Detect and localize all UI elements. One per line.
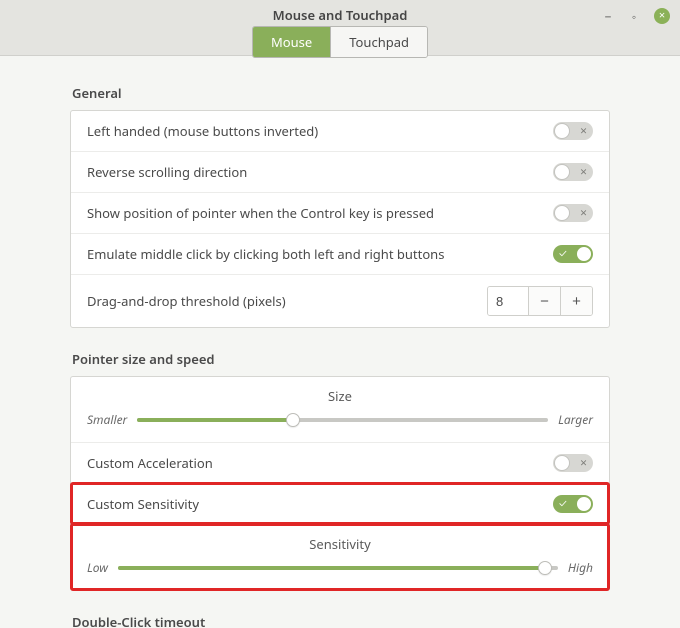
content: General Left handed (mouse buttons inver…: [0, 56, 680, 628]
window-title: Mouse and Touchpad: [0, 0, 680, 24]
label-show-pointer: Show position of pointer when the Contro…: [87, 204, 434, 222]
label-emulate-middle: Emulate middle click by clicking both le…: [87, 245, 444, 263]
row-custom-accel: Custom Acceleration: [71, 442, 609, 483]
toggle-show-pointer[interactable]: [553, 204, 593, 222]
panel-general: Left handed (mouse buttons inverted) Rev…: [70, 110, 610, 328]
titlebar: Mouse and Touchpad − ◦ × Mouse Touchpad: [0, 0, 680, 56]
label-custom-sens: Custom Sensitivity: [87, 495, 199, 513]
toggle-custom-accel[interactable]: [553, 454, 593, 472]
slider-size[interactable]: [137, 412, 548, 428]
row-emulate-middle: Emulate middle click by clicking both le…: [71, 233, 609, 274]
section-title-doubleclick: Double-Click timeout: [72, 613, 610, 628]
panel-pointer: Size Smaller Larger Custom Acceleration …: [70, 376, 610, 591]
label-left-handed: Left handed (mouse buttons inverted): [87, 122, 318, 140]
spin-plus-button[interactable]: +: [560, 287, 592, 315]
toggle-emulate-middle[interactable]: [553, 245, 593, 263]
label-sens-min: Low: [87, 559, 108, 576]
close-button[interactable]: ×: [654, 8, 670, 24]
label-sens-max: High: [568, 559, 593, 576]
label-reverse-scroll: Reverse scrolling direction: [87, 163, 247, 181]
label-sensitivity: Sensitivity: [87, 535, 593, 553]
row-left-handed: Left handed (mouse buttons inverted): [71, 111, 609, 151]
minimize-button[interactable]: −: [602, 10, 614, 22]
input-drag-threshold[interactable]: [488, 287, 528, 315]
row-drag-threshold: Drag-and-drop threshold (pixels) − +: [71, 274, 609, 327]
row-sensitivity: Sensitivity Low High: [71, 524, 609, 590]
section-title-pointer: Pointer size and speed: [72, 350, 610, 368]
toggle-left-handed[interactable]: [553, 122, 593, 140]
row-custom-sens: Custom Sensitivity: [71, 483, 609, 524]
toggle-reverse-scroll[interactable]: [553, 163, 593, 181]
tab-group: Mouse Touchpad: [252, 26, 428, 58]
label-size-max: Larger: [558, 411, 593, 428]
row-show-pointer: Show position of pointer when the Contro…: [71, 192, 609, 233]
tab-mouse[interactable]: Mouse: [253, 27, 330, 57]
label-size: Size: [87, 387, 593, 405]
slider-sensitivity[interactable]: [118, 560, 558, 576]
label-size-min: Smaller: [87, 411, 127, 428]
spin-drag-threshold: − +: [487, 286, 593, 316]
maximize-button[interactable]: ◦: [628, 10, 640, 22]
label-custom-accel: Custom Acceleration: [87, 454, 213, 472]
row-pointer-size: Size Smaller Larger: [71, 377, 609, 442]
spin-minus-button[interactable]: −: [528, 287, 560, 315]
label-drag-threshold: Drag-and-drop threshold (pixels): [87, 292, 286, 310]
tab-touchpad[interactable]: Touchpad: [330, 27, 427, 57]
row-reverse-scroll: Reverse scrolling direction: [71, 151, 609, 192]
toggle-custom-sens[interactable]: [553, 495, 593, 513]
titlebar-controls: − ◦ ×: [602, 8, 670, 24]
section-title-general: General: [72, 84, 610, 102]
tab-row: Mouse Touchpad: [0, 26, 680, 58]
